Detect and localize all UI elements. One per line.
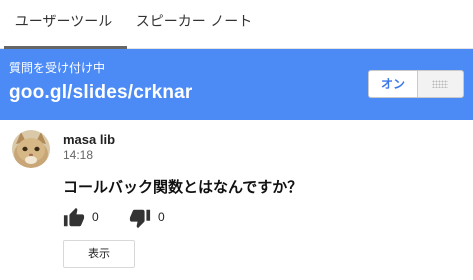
- question-author: masa lib: [63, 132, 116, 147]
- show-question-button[interactable]: 表示: [63, 240, 135, 268]
- tab-bar: ユーザーツール スピーカー ノート: [0, 0, 473, 49]
- qa-short-url[interactable]: goo.gl/slides/crknar: [9, 82, 193, 104]
- grip-dots-icon: [432, 80, 448, 88]
- question-text: コールバック関数とはなんですか？: [63, 178, 303, 196]
- qa-on-off-toggle[interactable]: オン: [368, 70, 464, 98]
- thumbs-down-icon: [129, 209, 151, 229]
- tab-speaker-notes-label: スピーカー ノート: [135, 14, 253, 30]
- toggle-on-option[interactable]: オン: [369, 71, 418, 97]
- upvote-count: 0: [92, 210, 99, 224]
- tab-user-tools-label: ユーザーツール: [14, 14, 113, 30]
- tab-user-tools[interactable]: ユーザーツール: [0, 0, 127, 49]
- tab-speaker-notes[interactable]: スピーカー ノート: [127, 0, 261, 48]
- question-time: 14:18: [63, 148, 94, 162]
- avatar: [12, 130, 50, 168]
- thumbs-up-icon: [63, 207, 85, 227]
- downvote-count: 0: [158, 210, 165, 224]
- qa-banner: 質問を受け付け中 goo.gl/slides/crknar オン: [0, 49, 473, 120]
- accepting-questions-label: 質問を受け付け中: [9, 61, 106, 75]
